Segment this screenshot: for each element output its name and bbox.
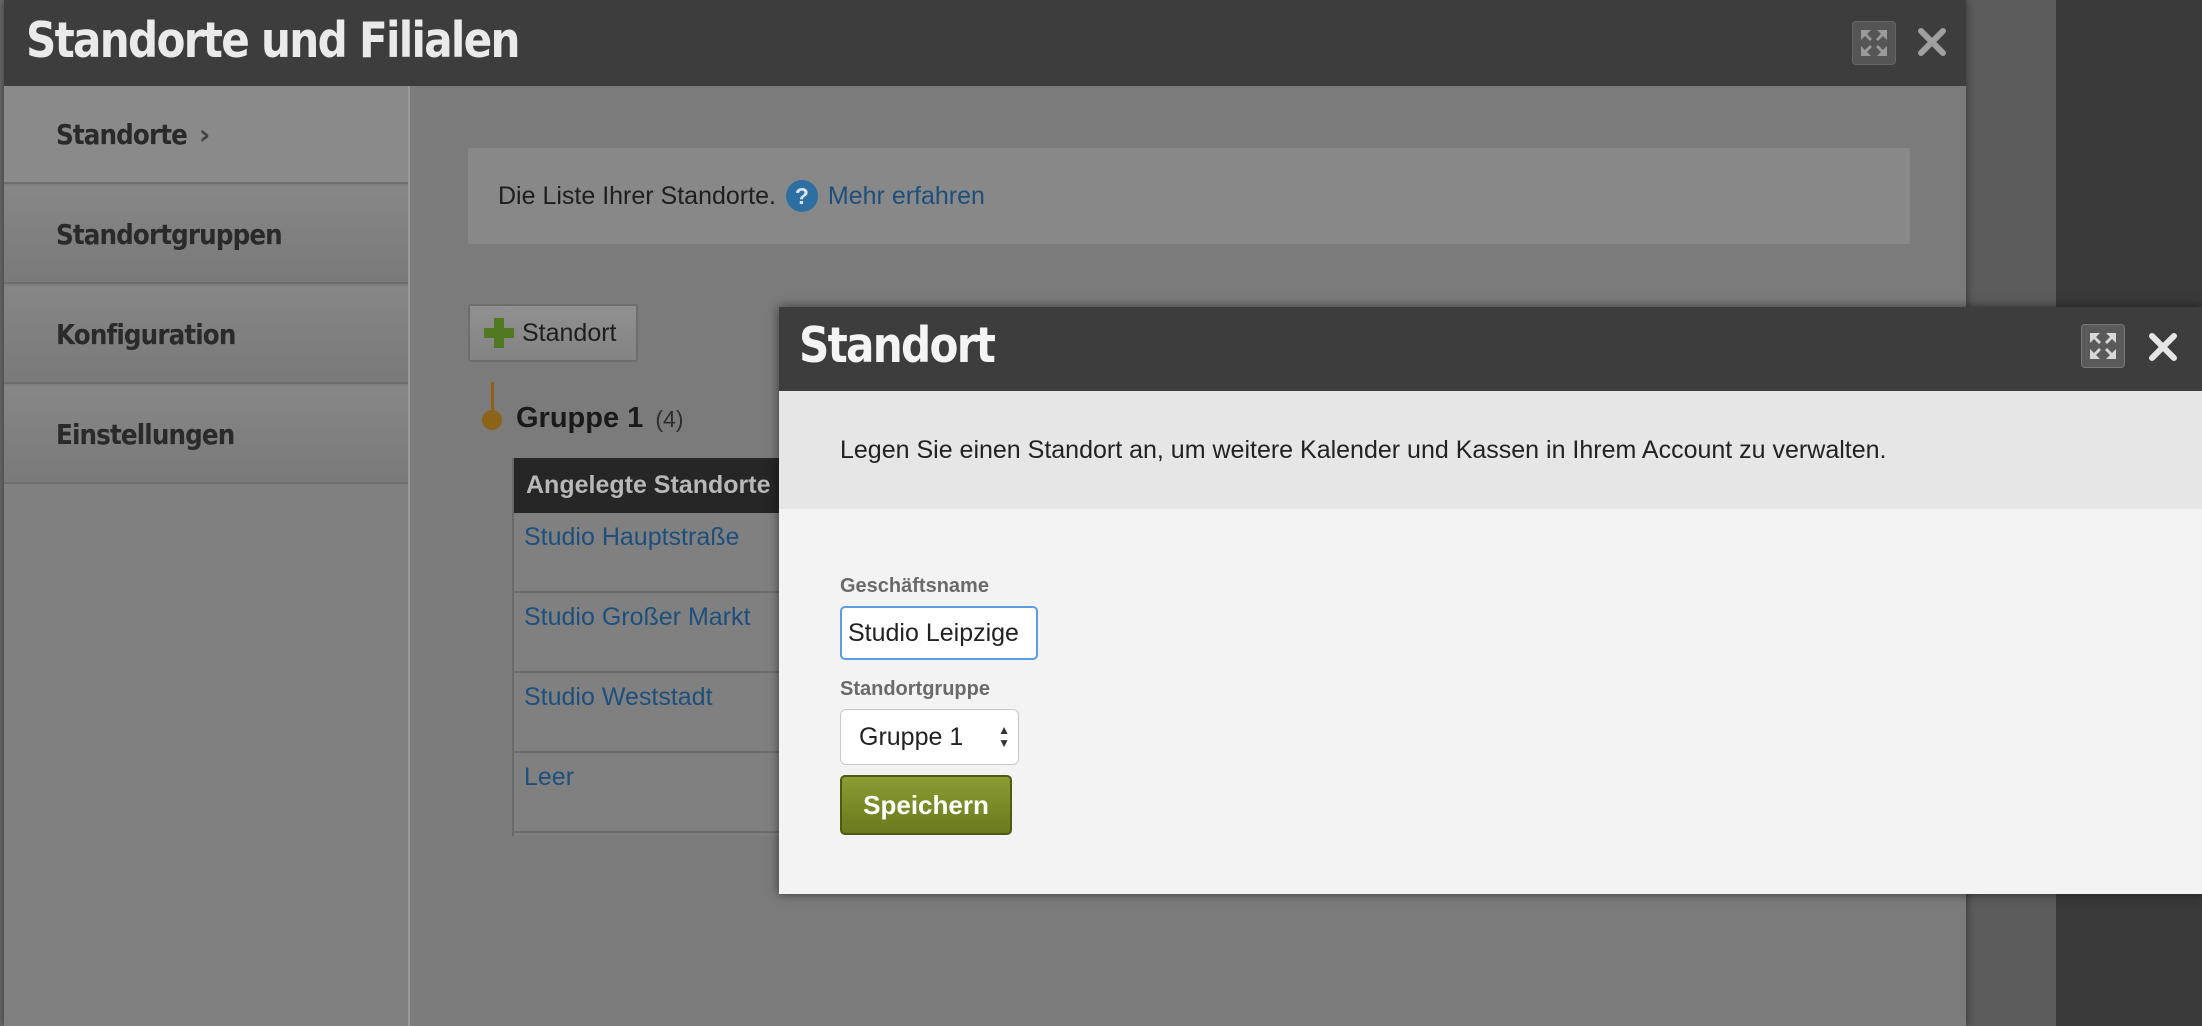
business-name-input[interactable] (840, 606, 1038, 660)
dialog-titlebar: Standorte und Filialen (4, 0, 1966, 86)
table-row[interactable]: Studio Hauptstraße (514, 513, 792, 593)
learn-more-link[interactable]: Mehr erfahren (828, 182, 985, 211)
sidebar: Standorte › Standortgruppen Konfiguratio… (4, 86, 410, 1026)
sidebar-item-standorte[interactable]: Standorte › (4, 86, 408, 184)
chevron-right-icon: › (198, 117, 211, 151)
sidebar-item-konfiguration[interactable]: Konfiguration (4, 286, 408, 384)
close-button[interactable] (2141, 325, 2185, 369)
expand-button[interactable] (1852, 21, 1896, 65)
close-icon (2149, 333, 2177, 361)
save-button[interactable]: Speichern (840, 775, 1012, 835)
sidebar-item-label: Einstellungen (56, 417, 235, 451)
close-button[interactable] (1910, 20, 1954, 64)
close-icon (1918, 28, 1946, 56)
question-circle-icon[interactable]: ? (785, 180, 818, 212)
group-count: (4) (655, 406, 684, 432)
table-row[interactable]: Leer (514, 753, 792, 833)
plus-icon (484, 318, 514, 348)
sidebar-item-einstellungen[interactable]: Einstellungen (4, 386, 408, 484)
expand-icon (2090, 333, 2116, 359)
table-row[interactable]: Studio Großer Markt (514, 593, 792, 673)
select-arrows-icon: ▲ ▼ (998, 723, 1010, 750)
table-row[interactable]: Studio Weststadt (514, 673, 792, 753)
business-name-label: Geschäftsname (840, 575, 989, 597)
expand-button[interactable] (2081, 324, 2125, 368)
modal-title: Standort (799, 317, 996, 374)
table-header: Angelegte Standorte (514, 458, 792, 513)
location-link[interactable]: Studio Großer Markt (524, 603, 750, 631)
modal-intro-text: Legen Sie einen Standort an, um weitere … (840, 435, 1887, 464)
expand-icon (1861, 30, 1887, 56)
location-group-value: Gruppe 1 (859, 722, 964, 751)
dialog-title: Standorte und Filialen (26, 12, 521, 69)
location-link[interactable]: Studio Weststadt (524, 683, 713, 711)
location-link[interactable]: Leer (524, 763, 574, 791)
sidebar-item-label: Standorte (56, 117, 188, 151)
group-dot (482, 410, 502, 430)
group-name: Gruppe 1 (516, 402, 644, 434)
modal-intro: Legen Sie einen Standort an, um weitere … (779, 391, 2202, 509)
sidebar-item-label: Standortgruppen (56, 217, 283, 251)
sidebar-item-label: Konfiguration (56, 317, 236, 351)
info-box: Die Liste Ihrer Standorte. ? Mehr erfahr… (468, 148, 1910, 244)
sidebar-item-standortgruppen[interactable]: Standortgruppen (4, 186, 408, 284)
location-group-label: Standortgruppe (840, 678, 990, 700)
info-text: Die Liste Ihrer Standorte. (498, 181, 776, 210)
locations-table: Angelegte Standorte Studio Hauptstraße S… (512, 458, 792, 836)
location-link[interactable]: Studio Hauptstraße (524, 523, 739, 551)
location-modal: Standort Legen Sie einen Standort an, um… (779, 307, 2202, 894)
add-location-label: Standort (522, 318, 617, 347)
modal-titlebar: Standort (779, 307, 2202, 391)
group-title: Gruppe 1 (4) (516, 402, 684, 435)
add-location-button[interactable]: Standort (468, 304, 638, 362)
location-group-select[interactable]: Gruppe 1 ▲ ▼ (840, 709, 1019, 765)
